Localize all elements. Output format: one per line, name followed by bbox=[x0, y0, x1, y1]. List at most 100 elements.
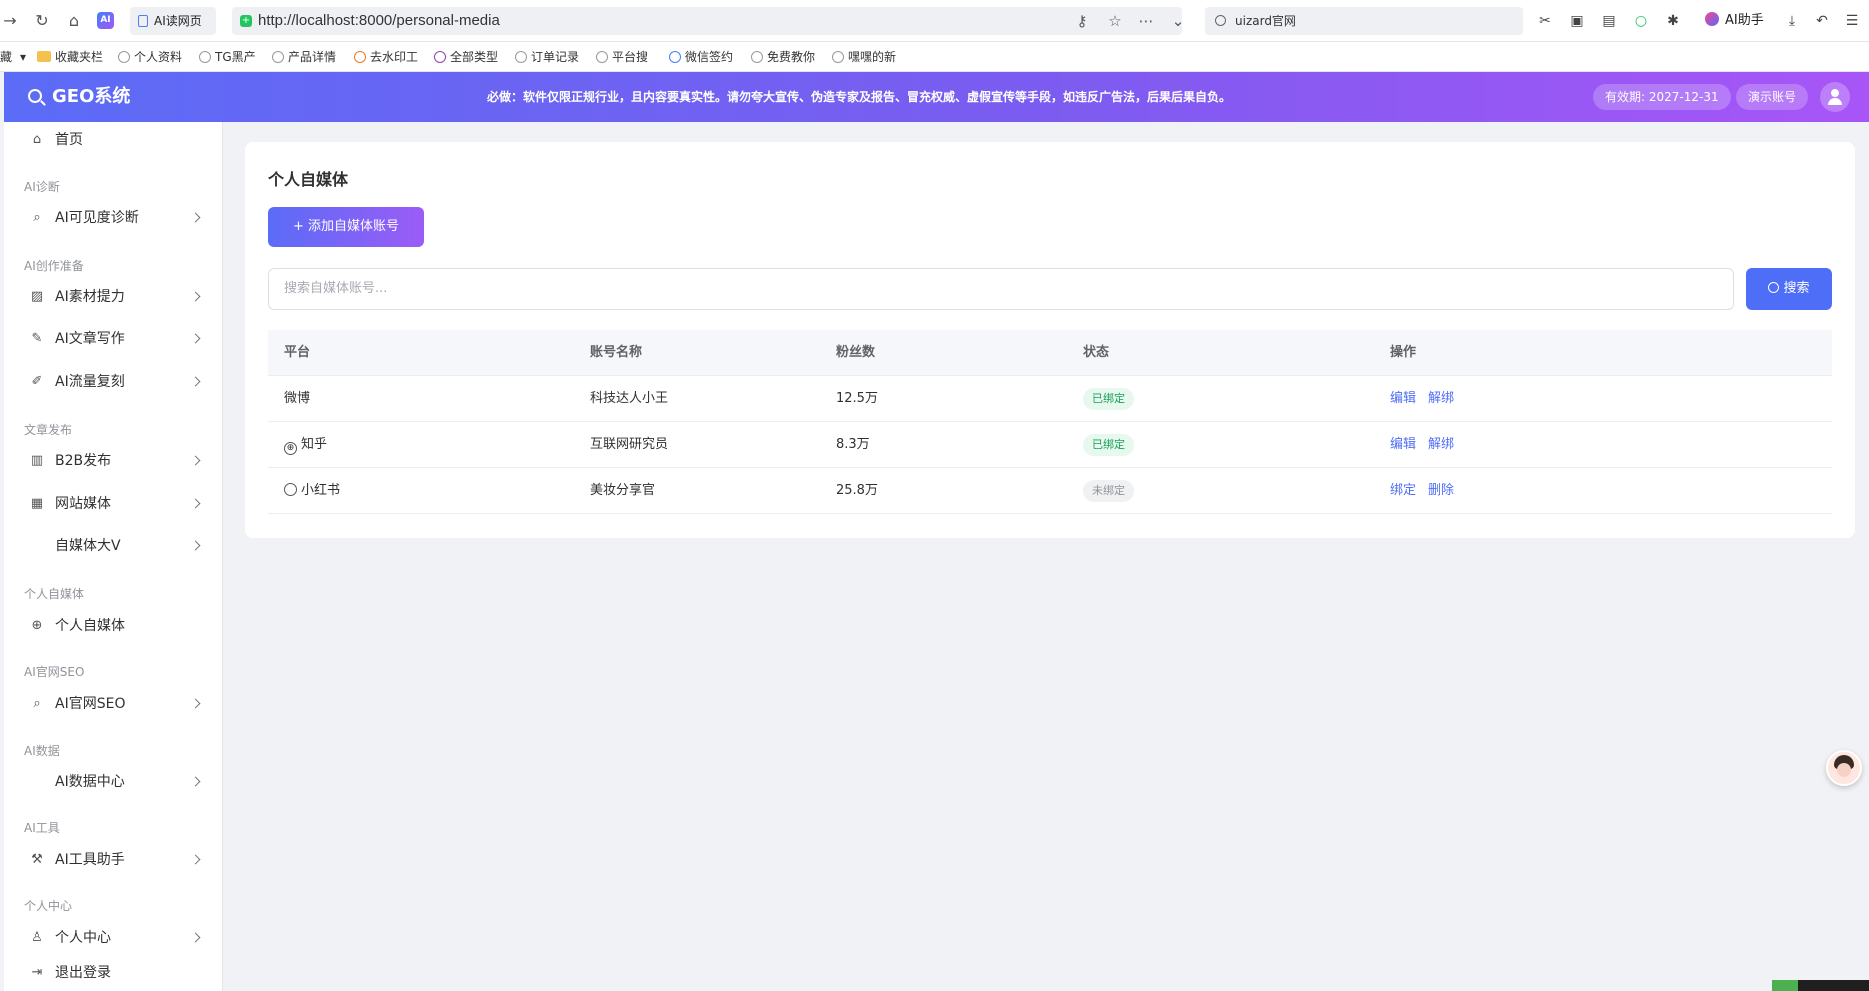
user-avatar[interactable] bbox=[1820, 82, 1850, 112]
sidebar-item-data-center[interactable]: AI数据中心 bbox=[4, 764, 223, 800]
sidebar-item-label: B2B发布 bbox=[55, 453, 112, 469]
download-icon[interactable]: ⤓ bbox=[1782, 11, 1802, 31]
chevron-right-icon bbox=[190, 854, 201, 865]
bookmark-item[interactable]: 产品详情 bbox=[272, 49, 336, 65]
demo-account-button[interactable]: 演示账号 bbox=[1736, 84, 1809, 110]
browser-tab[interactable]: AI读网页 bbox=[130, 7, 216, 35]
group-label: 文章发布 bbox=[24, 423, 73, 437]
image-icon: ▨ bbox=[30, 289, 44, 304]
menu-icon[interactable]: ☰ bbox=[1842, 11, 1862, 31]
app-header: GEO系统 必做：软件仅限正规行业，且内容要真实性。请勿夸大宣传、伪造专家及报告… bbox=[4, 72, 1869, 122]
key-icon[interactable]: ⚷ bbox=[1072, 11, 1092, 31]
sidebar-item-visibility[interactable]: ⌕ AI可见度诊断 bbox=[4, 200, 223, 236]
search-icon bbox=[1215, 15, 1226, 26]
bookmark-item[interactable]: 个人资料 bbox=[118, 49, 182, 65]
forward-icon[interactable]: → bbox=[0, 11, 20, 31]
sidebar-item-label: AI数据中心 bbox=[55, 774, 125, 790]
edit-link[interactable]: 编辑 bbox=[1390, 437, 1416, 452]
table-row: 微博 科技达人小王 12.5万 已绑定 编辑 解绑 bbox=[268, 376, 1832, 422]
status-cell: 未绑定 bbox=[1083, 468, 1134, 514]
bookmark-item[interactable]: 收藏夹栏 bbox=[37, 49, 103, 65]
search-icon bbox=[1768, 282, 1780, 293]
tab-title: AI读网页 bbox=[154, 14, 202, 28]
sidebar-item-logout[interactable]: ⇥ 退出登录 bbox=[4, 955, 223, 991]
chevron-right-icon bbox=[190, 540, 201, 551]
sidebar-item-personal-media[interactable]: ⊕ 个人自媒体 bbox=[4, 608, 223, 644]
bind-link[interactable]: 绑定 bbox=[1390, 483, 1416, 498]
sidebar-item-label: 网站媒体 bbox=[55, 496, 111, 512]
globe-icon bbox=[832, 51, 844, 63]
globe-icon bbox=[596, 51, 608, 63]
delete-link[interactable]: 删除 bbox=[1428, 483, 1454, 498]
browser-search[interactable]: uizard官网 bbox=[1205, 7, 1523, 35]
scissors-icon[interactable]: ✂ bbox=[1535, 11, 1555, 31]
undo-icon[interactable]: ↶ bbox=[1812, 11, 1832, 31]
ai-assistant-button[interactable]: AI助手 bbox=[1705, 11, 1764, 31]
assistant-avatar[interactable] bbox=[1826, 750, 1862, 786]
sidebar-item-writing[interactable]: ✎ AI文章写作 bbox=[4, 321, 223, 357]
bookmark-item[interactable]: 订单记录 bbox=[515, 49, 579, 65]
reload-icon[interactable]: ↻ bbox=[32, 11, 52, 31]
status-cell: 已绑定 bbox=[1083, 376, 1134, 422]
extensions-icon[interactable]: ✱ bbox=[1663, 11, 1683, 31]
compliance-notice: 必做：软件仅限正规行业，且内容要真实性。请勿夸大宣传、伪造专家及报告、冒充权威、… bbox=[487, 90, 1232, 104]
ai-logo-icon[interactable]: AI bbox=[97, 12, 114, 29]
bookmark-item[interactable]: 平台搜 bbox=[596, 49, 648, 65]
sidebar-item-traffic[interactable]: ✐ AI流量复刻 bbox=[4, 364, 223, 400]
sidebar-item-website-media[interactable]: ▦ 网站媒体 bbox=[4, 486, 223, 522]
globe-icon bbox=[515, 51, 527, 63]
wrench-icon: ⚒ bbox=[31, 852, 43, 867]
bookmark-item[interactable]: 免费教你 bbox=[751, 49, 815, 65]
bookmark-item[interactable]: 藏 bbox=[0, 49, 12, 65]
circle-icon[interactable]: ○ bbox=[1631, 11, 1651, 31]
home-icon[interactable]: ⌂ bbox=[64, 11, 84, 31]
bookmark-item[interactable]: 全部类型 bbox=[434, 49, 498, 65]
reader-icon[interactable]: ▤ bbox=[1599, 11, 1619, 31]
bookmark-item[interactable]: 嘿嘿的新 bbox=[832, 49, 896, 65]
bookmark-item[interactable]: 去水印工 bbox=[354, 49, 418, 65]
group-label: AI创作准备 bbox=[24, 259, 84, 273]
sidebar-item-tool-helper[interactable]: ⚒ AI工具助手 bbox=[4, 842, 223, 878]
star-icon[interactable]: ☆ bbox=[1105, 11, 1125, 31]
pencil-icon: ✎ bbox=[31, 331, 43, 346]
translate-icon[interactable]: ▣ bbox=[1567, 11, 1587, 31]
bookmark-dropdown-icon[interactable]: ▾ bbox=[20, 49, 26, 65]
sidebar-item-label: 自媒体大V bbox=[55, 538, 121, 554]
actions-cell: 绑定 删除 bbox=[1390, 468, 1466, 514]
bookmark-item[interactable]: 微信签约 bbox=[669, 49, 733, 65]
sidebar-item-home[interactable]: ⌂ 首页 bbox=[4, 122, 223, 158]
search-input[interactable]: 搜索自媒体账号... bbox=[268, 268, 1734, 310]
logout-icon: ⇥ bbox=[31, 965, 43, 980]
chevron-right-icon bbox=[190, 212, 201, 223]
search-button[interactable]: 搜索 bbox=[1746, 268, 1832, 310]
watermark-icon bbox=[354, 51, 366, 63]
actions-cell: 编辑 解绑 bbox=[1390, 422, 1466, 468]
url-bar[interactable]: + http://localhost:8000/personal-media ⚷… bbox=[232, 7, 1184, 35]
unbind-link[interactable]: 解绑 bbox=[1428, 391, 1454, 406]
more-icon[interactable]: ⋯ bbox=[1136, 11, 1156, 31]
search-button-label: 搜索 bbox=[1783, 281, 1810, 296]
pen-icon: ✐ bbox=[31, 374, 43, 389]
globe-icon bbox=[199, 51, 211, 63]
globe-icon: ⊕ bbox=[284, 442, 297, 455]
chevron-right-icon bbox=[190, 455, 201, 466]
group-label: AI工具 bbox=[24, 821, 60, 835]
sidebar-item-user-center[interactable]: ♙ 个人中心 bbox=[4, 920, 223, 956]
wechat-icon bbox=[669, 51, 681, 63]
add-account-button[interactable]: + 添加自媒体账号 bbox=[268, 207, 424, 247]
sidebar-item-site-seo[interactable]: ⌕ AI官网SEO bbox=[4, 686, 223, 722]
chevron-down-icon[interactable]: ⌄ bbox=[1168, 11, 1188, 31]
sidebar-item-big-v[interactable]: 自媒体大V bbox=[4, 528, 223, 564]
sidebar-item-material[interactable]: ▨ AI素材提力 bbox=[4, 279, 223, 315]
platform-cell: 微博 bbox=[284, 391, 311, 406]
accounts-table: 平台 账号名称 粉丝数 状态 操作 微博 科技达人小王 12.5万 已绑定 编辑… bbox=[268, 330, 1832, 514]
bookmark-item[interactable]: TG黑产 bbox=[199, 49, 256, 65]
unbind-link[interactable]: 解绑 bbox=[1428, 437, 1454, 452]
column-header: 粉丝数 bbox=[836, 345, 876, 360]
account-name-cell: 互联网研究员 bbox=[590, 437, 669, 452]
actions-cell: 编辑 解绑 bbox=[1390, 376, 1466, 422]
page-title: 个人自媒体 bbox=[268, 170, 349, 189]
sidebar-item-b2b[interactable]: ▥ B2B发布 bbox=[4, 443, 223, 479]
app-logo[interactable]: GEO系统 bbox=[28, 72, 130, 122]
edit-link[interactable]: 编辑 bbox=[1390, 391, 1416, 406]
